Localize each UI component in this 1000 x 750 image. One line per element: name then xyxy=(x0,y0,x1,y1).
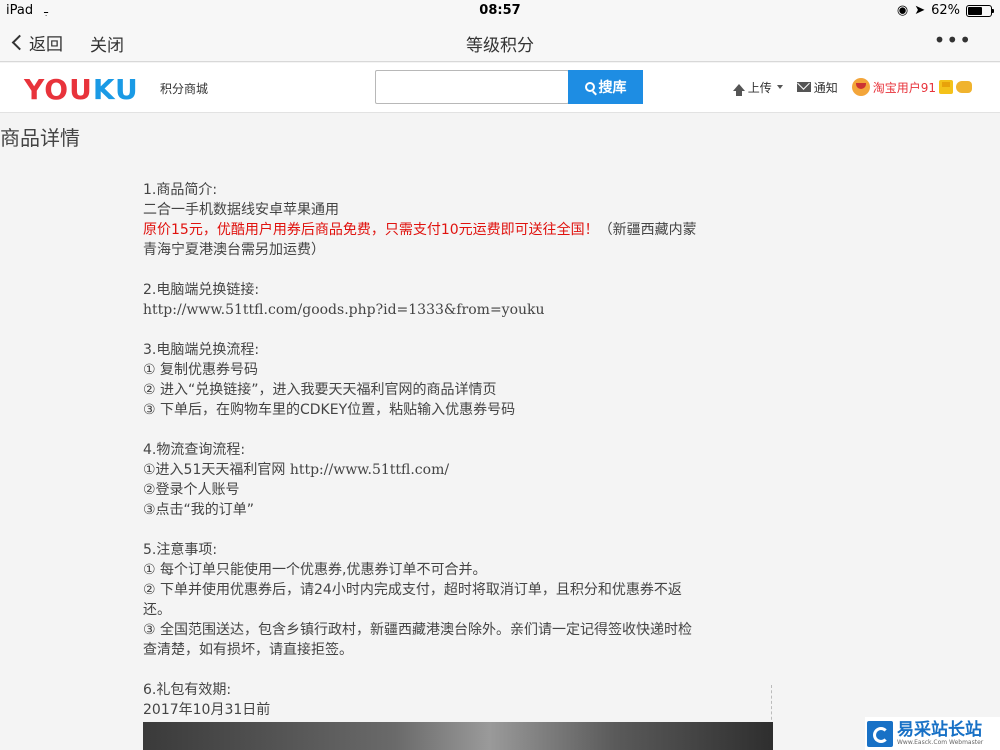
product-image xyxy=(143,722,773,750)
page-title: 商品详情 xyxy=(0,126,80,150)
user-menu[interactable]: 淘宝用户91 xyxy=(851,78,972,96)
list-item-text: ①进入51天天福利官网 xyxy=(143,462,290,478)
section-link: 2.电脑端兑换链接: http://www.51ttfl.com/goods.p… xyxy=(143,280,703,320)
price-notice: 原价15元，优酷用户用券后商品免费，只需支付10元运费即可送往全国！（新疆西藏内… xyxy=(143,220,703,260)
section-notes: 5.注意事项: ① 每个订单只能使用一个优惠券,优惠券订单不可合并。 ② 下单并… xyxy=(143,540,703,660)
list-item: ③ 全国范围送达，包含乡镇行政村，新疆西藏港澳台除外。亲们请一定记得签收快递时检… xyxy=(143,622,692,658)
watermark-main: 易采站长站 xyxy=(897,719,982,740)
logo-part-you: YOU xyxy=(24,73,93,106)
section-title: 1.商品简介: xyxy=(143,182,218,198)
hand-icon xyxy=(956,81,972,93)
header-actions: 上传 通知 淘宝用户91 xyxy=(732,78,972,96)
section-title: 4.物流查询流程: xyxy=(143,442,246,458)
search-icon xyxy=(584,82,595,92)
product-name: 二合一手机数据线安卓苹果通用 xyxy=(143,202,339,218)
back-button[interactable]: 返回 xyxy=(10,30,63,55)
status-right: ◉ ➤ 62% xyxy=(896,3,994,18)
watermark-logo-icon xyxy=(867,720,893,747)
youku-logo[interactable]: YOUKU xyxy=(24,73,139,106)
section-title: 5.注意事项: xyxy=(143,542,218,558)
vip-badge-icon xyxy=(939,80,953,94)
list-item: ② 下单并使用优惠券后，请24小时内完成支付，超时将取消订单，且积分和优惠券不返… xyxy=(143,582,682,618)
section-validity: 6.礼包有效期: 2017年10月31日前 xyxy=(143,680,703,720)
battery-icon xyxy=(966,4,994,17)
product-detail-article: 1.商品简介: 二合一手机数据线安卓苹果通用 原价15元，优酷用户用券后商品免费… xyxy=(143,180,703,740)
search-input[interactable] xyxy=(375,70,569,104)
watermark: 易采站长站 Www.Easck.Com Webmaster xyxy=(865,717,1000,750)
avatar xyxy=(851,78,870,96)
price-highlight: 原价15元，优酷用户用券后商品免费，只需支付10元运费即可送往全国！ xyxy=(143,222,599,238)
exchange-link[interactable]: http://www.51ttfl.com/goods.php?id=1333&… xyxy=(143,300,703,320)
logo-part-ku: KU xyxy=(92,73,139,106)
section-title: 6.礼包有效期: xyxy=(143,682,232,698)
section-logistics: 4.物流查询流程: ①进入51天天福利官网 http://www.51ttfl.… xyxy=(143,440,703,520)
section-intro: 1.商品简介: 二合一手机数据线安卓苹果通用 原价15元，优酷用户用券后商品免费… xyxy=(143,180,703,260)
caret-down-icon xyxy=(776,85,783,89)
notify-label: 通知 xyxy=(813,80,838,95)
close-button[interactable]: 关闭 xyxy=(90,31,124,56)
back-label: 返回 xyxy=(29,35,63,55)
watermark-sub: Www.Easck.Com Webmaster xyxy=(897,738,984,746)
app-nav-bar: 返回 关闭 等级积分 ••• xyxy=(0,22,1000,62)
notify-link[interactable]: 通知 xyxy=(796,79,838,96)
upload-icon xyxy=(732,83,745,96)
location-icon: ➤ xyxy=(914,3,926,18)
section-title: 2.电脑端兑换链接: xyxy=(143,282,260,298)
status-bar: iPad 08:57 ◉ ➤ 62% xyxy=(0,0,1000,22)
list-item: ③点击“我的订单” xyxy=(143,502,255,518)
section-title: 3.电脑端兑换流程: xyxy=(143,342,260,358)
battery-fill xyxy=(968,6,982,15)
chevron-left-icon xyxy=(11,34,28,51)
list-item: ①进入51天天福利官网 http://www.51ttfl.com/ xyxy=(143,460,703,480)
clock: 08:57 xyxy=(479,3,521,18)
upload-menu[interactable]: 上传 xyxy=(732,79,783,96)
site-header: YOUKU 积分商城 搜库 上传 通知 淘宝用户91 xyxy=(0,63,1000,113)
mail-icon xyxy=(796,82,811,92)
upload-label: 上传 xyxy=(747,80,772,95)
list-item: ① 复制优惠券号码 xyxy=(143,362,259,378)
more-button[interactable]: ••• xyxy=(934,28,972,52)
list-item: ② 进入“兑换链接”，进入我要天天福利官网的商品详情页 xyxy=(143,382,497,398)
search-button-label: 搜库 xyxy=(598,79,627,95)
validity-date: 2017年10月31日前 xyxy=(143,702,271,718)
watermark-text: 易采站长站 Www.Easck.Com Webmaster xyxy=(897,721,983,747)
user-name: 淘宝用户91 xyxy=(872,80,936,95)
section-process: 3.电脑端兑换流程: ① 复制优惠券号码 ② 进入“兑换链接”，进入我要天天福利… xyxy=(143,340,703,420)
page-nav-title: 等级积分 xyxy=(466,36,534,56)
list-item: ③ 下单后，在购物车里的CDKEY位置，粘贴输入优惠券号码 xyxy=(143,402,516,418)
site-link[interactable]: http://www.51ttfl.com/ xyxy=(290,462,449,478)
list-item: ① 每个订单只能使用一个优惠券,优惠券订单不可合并。 xyxy=(143,562,487,578)
list-item: ②登录个人账号 xyxy=(143,482,240,498)
orientation-lock-icon: ◉ xyxy=(896,3,909,18)
search-button[interactable]: 搜库 xyxy=(568,70,643,104)
site-subtitle[interactable]: 积分商城 xyxy=(160,80,208,97)
divider xyxy=(766,685,772,725)
battery-percent: 62% xyxy=(931,3,960,18)
